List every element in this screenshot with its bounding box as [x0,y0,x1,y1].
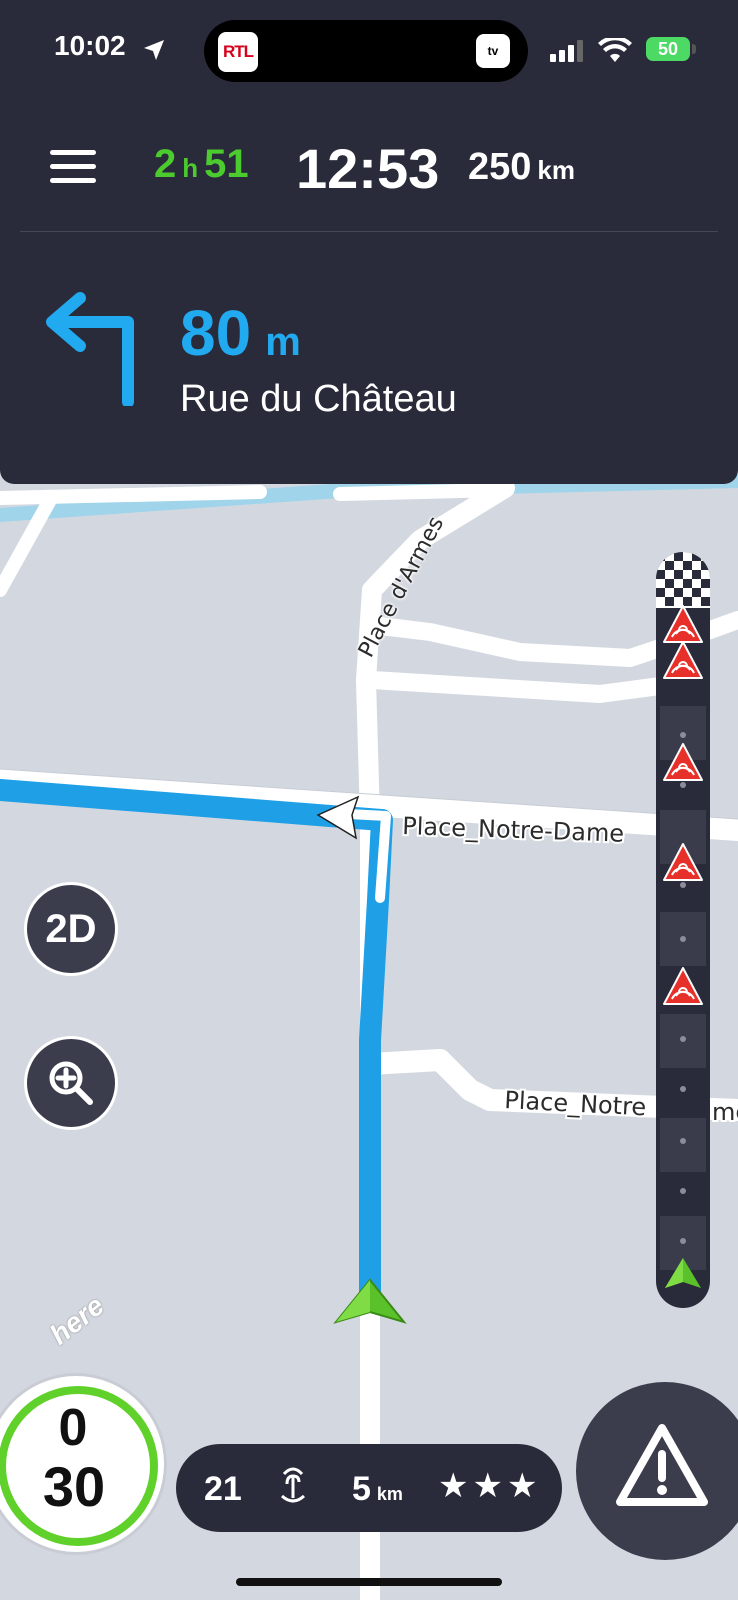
users-count: 21 [204,1470,242,1508]
menu-line [50,150,96,155]
turn-left-arrow-icon [46,292,134,406]
apple-tv-icon[interactable]: tv [476,34,510,68]
bar-dot [680,1036,686,1042]
next-maneuver-distance: 80 m [180,296,301,370]
wifi-icon [598,38,632,62]
remaining-distance: 250 km [468,146,575,189]
radar-warning-icon [663,967,703,1005]
radar-warning-icon [663,743,703,781]
signal-icon [550,40,583,62]
menu-line [50,164,96,169]
zoom-button[interactable] [24,1036,118,1130]
status-time: 10:02 [54,30,126,61]
vehicle-icon [665,1258,701,1288]
bar-dot [680,1086,686,1092]
next-street-name: Rue du Château [180,378,457,420]
battery-indicator: 50 [646,37,690,61]
battery-tip [692,44,696,54]
bar-dot [680,732,686,738]
radar-warning-icon [663,843,703,881]
next-maneuver-distance-value: 80 [180,297,252,369]
arrival-time: 12:53 [296,137,440,200]
duration-h-unit: h [182,153,199,183]
menu-line [50,178,96,183]
navigation-header: 10:02 RTL tv 50 2 h 51 12:53 250 km 80 m Rue… [0,0,738,484]
remaining-distance-value: 250 [468,146,532,188]
location-arrow-icon [144,40,164,60]
bar-segment [660,1118,706,1172]
current-speed: 0 [58,1399,88,1457]
map-label-me: me [712,1098,738,1126]
community-distance-value: 5 [352,1470,371,1508]
home-indicator[interactable] [236,1578,502,1586]
radar-icon [280,1467,306,1503]
duration-hours: 2 [154,142,177,186]
menu-button[interactable] [50,150,96,184]
duration-minutes: 51 [204,142,249,186]
road-riverside [0,485,267,505]
rating-stars: ★★★ [438,1467,542,1505]
road-riverside-east [333,483,507,501]
warning-triangle-icon [616,1424,708,1506]
dynamic-island[interactable]: RTL tv [204,20,528,82]
community-distance: 5 km [352,1470,403,1509]
speed-limit: 30 [42,1455,106,1518]
zoom-in-icon [49,1061,93,1105]
bar-dot [680,1188,686,1194]
community-info-pill[interactable]: 21 5 km ★★★ [176,1444,562,1532]
bar-dot [680,1138,686,1144]
bar-dot [680,936,686,942]
header-divider [20,231,718,232]
remaining-distance-unit: km [537,155,575,185]
trip-duration: 2 h 51 [154,142,249,187]
radar-warning-icon [663,641,703,679]
route-alert-bar[interactable] [656,552,710,1308]
finish-flag-icon [656,552,710,608]
rtl-app-badge[interactable]: RTL [218,32,258,72]
community-distance-unit: km [376,1484,403,1504]
bar-dot [680,1238,686,1244]
view-mode-button[interactable]: 2D [24,882,118,976]
next-maneuver-distance-unit: m [265,320,301,364]
